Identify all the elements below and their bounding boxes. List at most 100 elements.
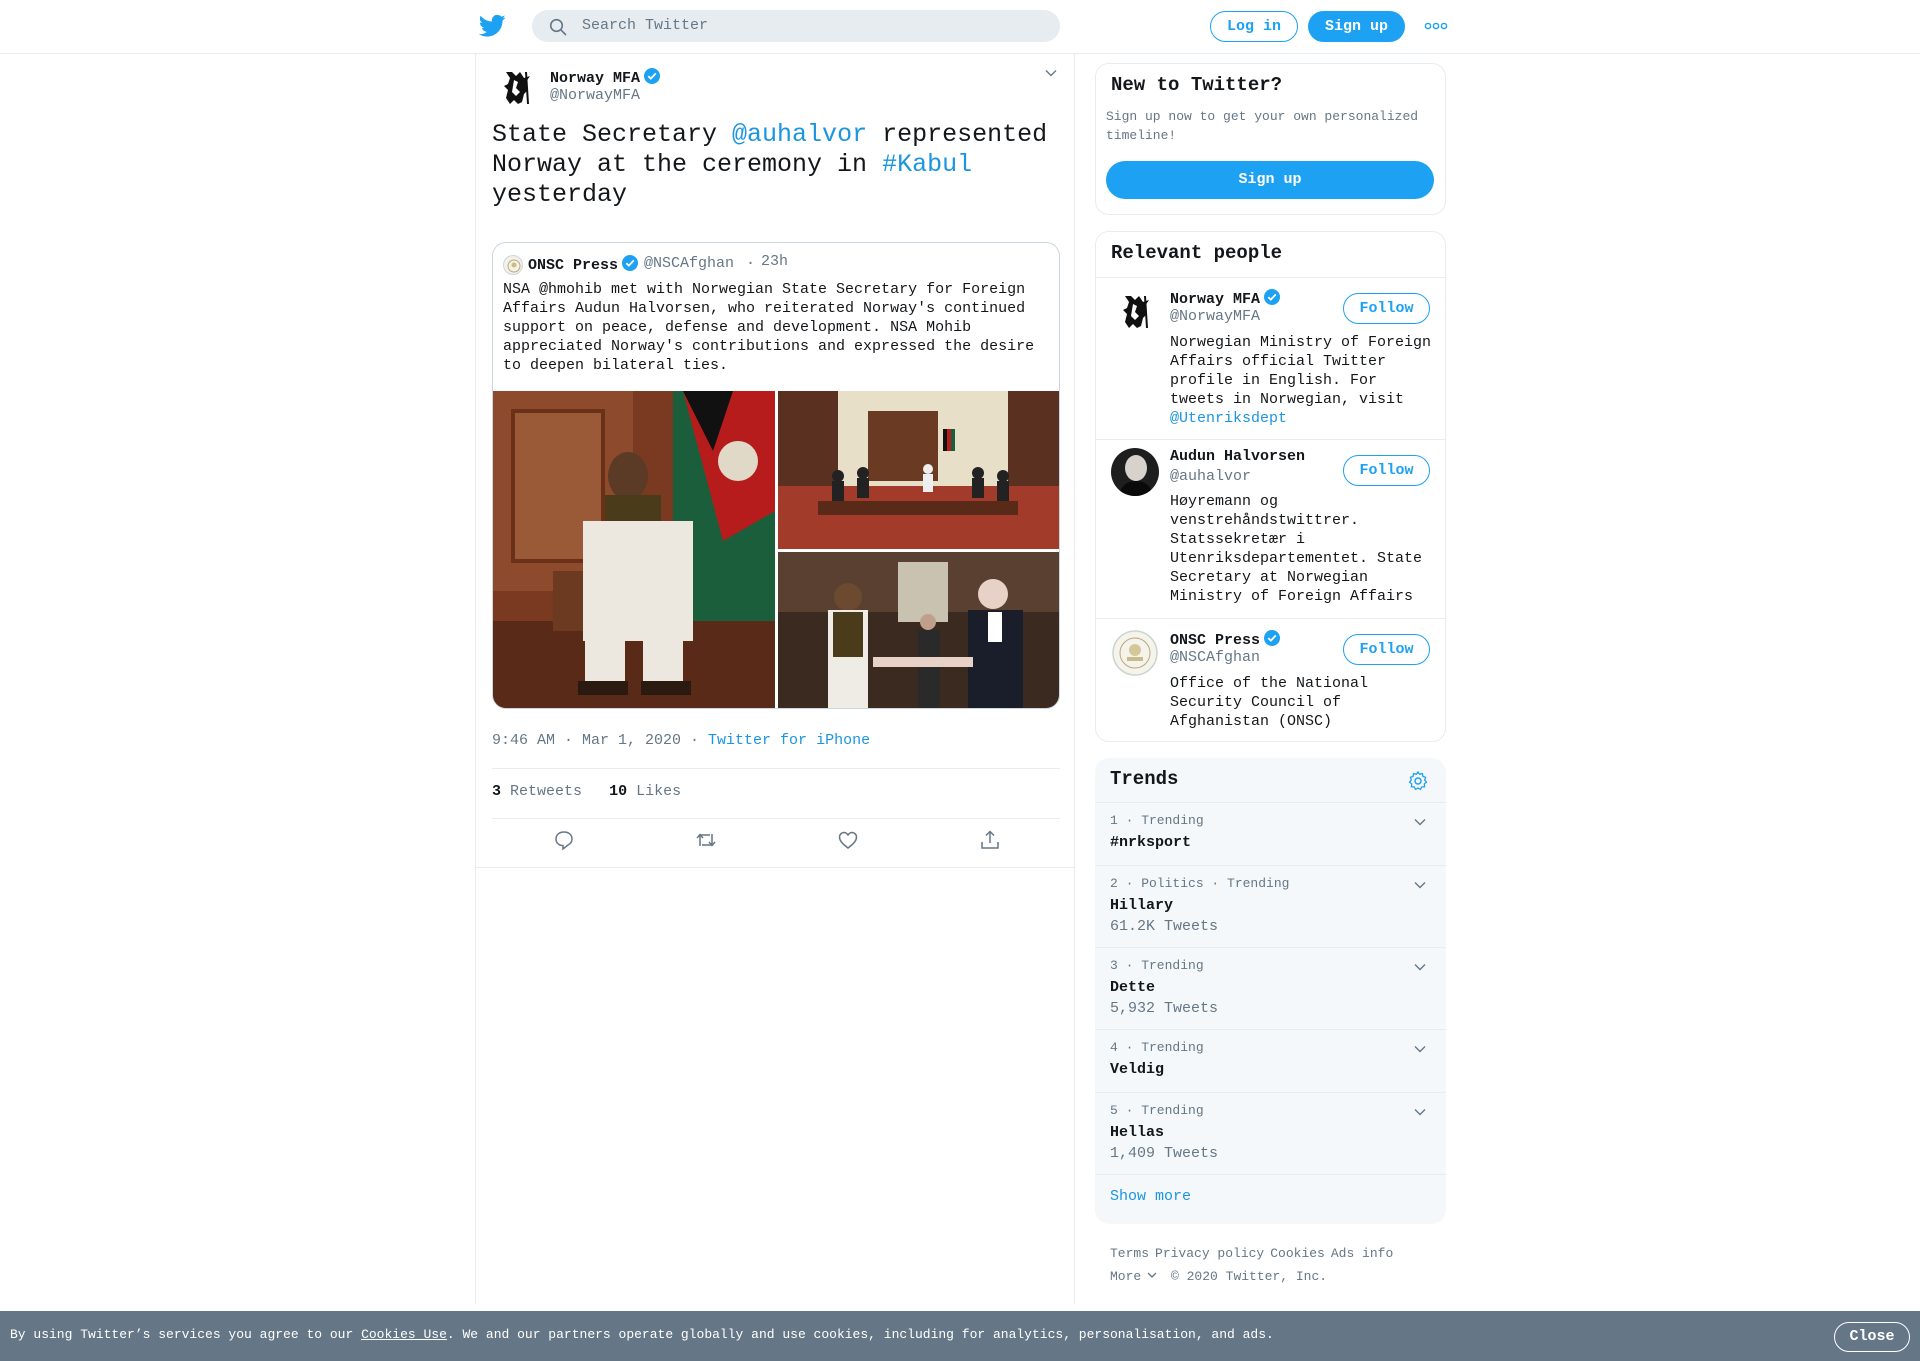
gear-icon[interactable] (1407, 770, 1429, 792)
search-bar[interactable]: Search Twitter (532, 10, 1060, 42)
footer-links: Terms Privacy policy Cookies Ads info More … (1110, 1242, 1440, 1288)
trend-tweet-count: 1,409 Tweets (1110, 1145, 1219, 1162)
chevron-down-icon[interactable] (1413, 815, 1427, 829)
person-handle[interactable]: @NorwayMFA (1170, 308, 1260, 325)
tweet-author-name[interactable]: Norway MFA (550, 67, 661, 87)
quote-author-handle: @NSCAfghan (644, 255, 735, 272)
photo-grid (493, 391, 1059, 708)
person-name[interactable]: ONSC Press (1170, 629, 1281, 649)
footer-privacy-link[interactable]: Privacy policy (1155, 1246, 1264, 1261)
tweet-timestamp-text[interactable]: 9:46 AM · Mar 1, 2020 (492, 732, 681, 749)
close-button[interactable]: Close (1834, 1322, 1910, 1352)
tweet-text-part: yesterday (492, 180, 628, 209)
cookie-consent-bar: By using Twitter’s services you agree to… (0, 1311, 1920, 1361)
show-more-row[interactable]: Show more (1095, 1174, 1446, 1224)
footer-cookies-link[interactable]: Cookies (1270, 1246, 1325, 1261)
person-item[interactable]: Audun Halvorsen @auhalvor Follow Høyrema… (1096, 440, 1445, 618)
person-bio-text: Norwegian Ministry of Foreign Affairs of… (1170, 334, 1432, 408)
trend-name[interactable]: Dette (1110, 979, 1155, 996)
cookies-use-link[interactable]: Cookies Use (361, 1327, 447, 1342)
footer-ads-link[interactable]: Ads info (1331, 1246, 1393, 1261)
chevron-down-icon[interactable] (1413, 960, 1427, 974)
trend-tweet-count: 5,932 Tweets (1110, 1000, 1219, 1017)
tweet-stats: 3 Retweets 10 Likes (492, 783, 681, 800)
trend-item[interactable]: 1 · Trending #nrksport (1095, 802, 1446, 865)
divider (492, 768, 1060, 769)
trend-name[interactable]: Veldig (1110, 1061, 1164, 1078)
retweets-count[interactable]: 3 (492, 783, 501, 800)
login-button[interactable]: Log in (1210, 11, 1298, 42)
chevron-down-icon[interactable] (1413, 1105, 1427, 1119)
retweets-label[interactable]: Retweets (510, 783, 582, 800)
quote-author-name[interactable]: ONSC Press (528, 254, 639, 274)
quote-text: NSA @hmohib met with Norwegian State Sec… (503, 281, 1035, 374)
hashtag-link[interactable]: #Kabul (882, 150, 972, 179)
trend-item[interactable]: 2 · Politics · Trending Hillary 61.2K Tw… (1095, 865, 1446, 947)
follow-button[interactable]: Follow (1343, 634, 1430, 665)
follow-button[interactable]: Follow (1343, 455, 1430, 486)
tweet-text-part: State Secretary (492, 120, 733, 149)
share-icon[interactable] (979, 829, 1001, 851)
bio-mention-link[interactable]: @Utenriksdept (1170, 410, 1287, 427)
norway-mfa-avatar[interactable] (492, 64, 540, 112)
search-input[interactable]: Search Twitter (582, 17, 708, 34)
person-name-text[interactable]: ONSC Press (1170, 632, 1260, 649)
person-item[interactable]: Norway MFA @NorwayMFA Follow Norwegian M… (1096, 278, 1445, 438)
verified-badge-icon (1264, 630, 1281, 646)
like-heart-icon[interactable] (837, 829, 859, 851)
tweet-source-link[interactable]: Twitter for iPhone (708, 732, 870, 749)
likes-count[interactable]: 10 (609, 783, 627, 800)
trend-tweet-count: 61.2K Tweets (1110, 918, 1219, 935)
signup-button[interactable]: Sign up (1308, 11, 1405, 42)
person-handle[interactable]: @auhalvor (1170, 468, 1251, 485)
trend-meta: 1 · Trending (1110, 813, 1204, 828)
relevant-people-card: Relevant people Norway MFA @NorwayMFA Fo… (1095, 231, 1446, 742)
footer-more-menu[interactable]: More (1110, 1269, 1157, 1284)
audun-halvorsen-avatar[interactable] (1111, 448, 1159, 496)
signup-button[interactable]: Sign up (1106, 161, 1434, 199)
likes-label[interactable]: Likes (636, 783, 681, 800)
mention-link[interactable]: @auhalvor (732, 120, 867, 149)
quote-time[interactable]: 23h (761, 253, 788, 270)
cookie-text: By using Twitter’s services you agree to… (10, 1327, 362, 1342)
tweet-photo[interactable] (778, 552, 1059, 708)
tweet-author-name-text[interactable]: Norway MFA (550, 70, 640, 87)
trend-item[interactable]: 3 · Trending Dette 5,932 Tweets (1095, 947, 1446, 1029)
tweet-actions (492, 829, 1060, 859)
more-options-icon[interactable] (1424, 22, 1448, 30)
trend-name[interactable]: #nrksport (1110, 834, 1191, 851)
footer-more-label[interactable]: More (1110, 1269, 1141, 1284)
trend-meta: 4 · Trending (1110, 1040, 1204, 1055)
person-name-text[interactable]: Norway MFA (1170, 291, 1260, 308)
trend-name[interactable]: Hillary (1110, 897, 1173, 914)
trend-item[interactable]: 5 · Trending Hellas 1,409 Tweets (1095, 1092, 1446, 1174)
person-bio: Norwegian Ministry of Foreign Affairs of… (1170, 333, 1435, 428)
trend-name[interactable]: Hellas (1110, 1124, 1164, 1141)
show-more-link[interactable]: Show more (1110, 1188, 1191, 1205)
follow-button[interactable]: Follow (1343, 293, 1430, 324)
footer-terms-link[interactable]: Terms (1110, 1246, 1149, 1261)
chevron-down-icon[interactable] (1413, 878, 1427, 892)
person-bio: Høyremann og venstrehåndstwittrer. Stats… (1170, 493, 1423, 605)
onsc-press-avatar[interactable] (1111, 629, 1159, 677)
verified-badge-icon (1264, 289, 1281, 305)
quoted-tweet[interactable]: ONSC Press @NSCAfghan · 23h NSA @hmohib … (492, 242, 1060, 709)
separator-dot: · (681, 732, 709, 749)
trend-item[interactable]: 4 · Trending Veldig (1095, 1029, 1446, 1092)
reply-icon[interactable] (553, 829, 575, 851)
person-name[interactable]: Audun Halvorsen (1170, 448, 1305, 465)
person-item[interactable]: ONSC Press @NSCAfghan Follow Office of t… (1096, 619, 1445, 741)
retweet-icon[interactable] (695, 829, 717, 851)
twitter-logo-icon[interactable] (479, 14, 506, 38)
trend-meta: 2 · Politics · Trending (1110, 876, 1290, 891)
chevron-down-icon[interactable] (1044, 66, 1058, 80)
tweet-author-handle[interactable]: @NorwayMFA (550, 87, 640, 104)
quote-author-name-text[interactable]: ONSC Press (528, 257, 618, 274)
chevron-down-icon[interactable] (1413, 1042, 1427, 1056)
tweet-detail-column: Norway MFA @NorwayMFA State Secretary @a… (475, 54, 1075, 1304)
norway-mfa-avatar[interactable] (1111, 288, 1159, 336)
tweet-photo[interactable] (778, 391, 1059, 549)
person-handle[interactable]: @NSCAfghan (1170, 649, 1260, 666)
tweet-photo[interactable] (493, 391, 775, 708)
person-name[interactable]: Norway MFA (1170, 288, 1281, 308)
